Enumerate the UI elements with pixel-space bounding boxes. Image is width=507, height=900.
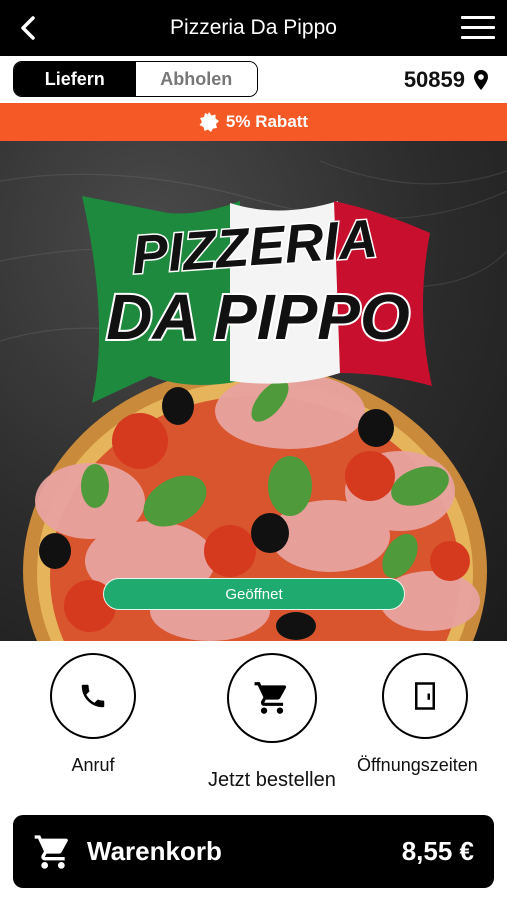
mode-bar: Liefern Abholen 50859 — [0, 56, 507, 103]
zip-code: 50859 — [403, 67, 465, 92]
location-selector[interactable]: 50859 — [404, 67, 489, 93]
phone-icon — [81, 684, 105, 708]
badge-icon — [199, 112, 219, 132]
top-bar: Pizzeria Da Pippo — [0, 0, 507, 56]
toggle-option-pickup[interactable]: Abholen — [135, 62, 257, 96]
door-icon — [414, 682, 435, 710]
map-pin-icon — [474, 70, 488, 90]
order-now-circle[interactable] — [226, 653, 317, 743]
call-label: Anruf — [71, 755, 115, 775]
opening-hours-circle[interactable] — [381, 653, 468, 739]
call-button-circle[interactable] — [50, 653, 136, 739]
action-row: Anruf Jetzt bestellen Öffnungszeiten — [0, 641, 507, 811]
logo-line2: DA PIPPO — [106, 281, 409, 353]
cart-label: Warenkorb — [87, 836, 222, 866]
call-button[interactable]: Anruf — [50, 653, 136, 776]
shopping-cart-icon — [254, 682, 287, 714]
order-now-label: Jetzt bestellen — [208, 769, 336, 791]
status-badge: Geöffnet — [103, 578, 405, 610]
promo-text: 5% Rabatt — [225, 112, 309, 131]
opening-hours-label: Öffnungszeiten — [357, 755, 478, 775]
hamburger-menu-icon[interactable] — [461, 16, 495, 40]
promo-banner[interactable]: 5% Rabatt — [0, 103, 507, 141]
delivery-mode-toggle: Liefern Abholen — [13, 61, 258, 97]
opening-hours-button[interactable]: Öffnungszeiten — [357, 653, 478, 776]
cart-total: 8,55 € — [401, 836, 474, 866]
page-title: Pizzeria Da Pippo — [170, 16, 337, 39]
hero-image: PIZZERIA DA PIPPO — [0, 141, 507, 641]
order-now-button[interactable]: Jetzt bestellen — [208, 653, 336, 792]
shopping-cart-icon — [34, 834, 68, 869]
cart-button[interactable]: Warenkorb 8,55 € — [13, 815, 494, 888]
toggle-option-delivery[interactable]: Liefern — [14, 62, 136, 96]
